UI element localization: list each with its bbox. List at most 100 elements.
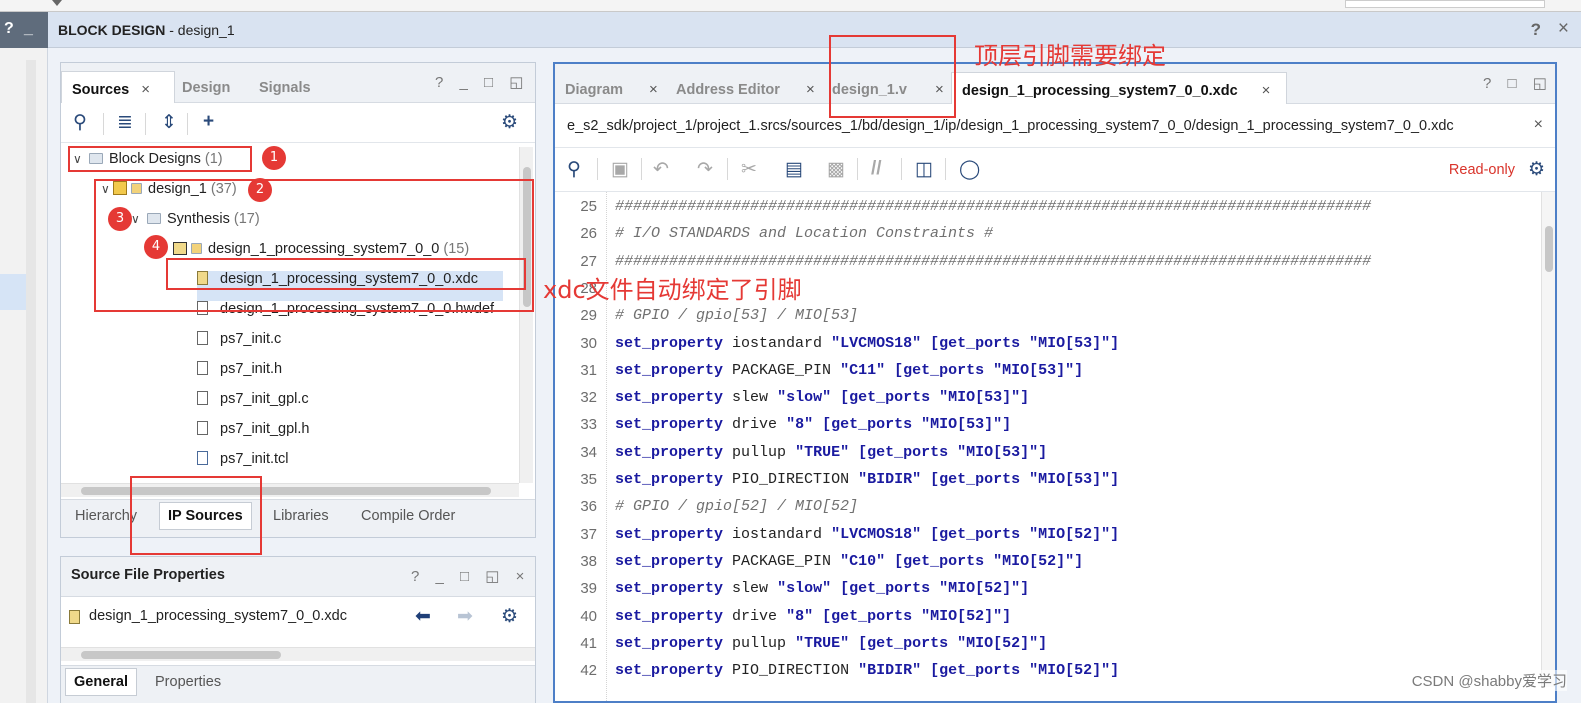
code-text: ########################################… [615,253,1371,270]
expand-all-icon[interactable]: ⇕ [161,111,177,134]
tab-xdc[interactable]: design_1_processing_system7_0_0.xdc × [951,72,1287,104]
editor-window-tools[interactable]: ? □ ◱ [1483,74,1553,92]
toolbar-separator [187,113,188,135]
props-window-tools[interactable]: ? _ □ ◱ × [411,567,530,585]
subtab-libraries[interactable]: Libraries [273,508,329,524]
save-icon[interactable]: ▣ [611,158,629,181]
tree-row-ps7-init-h[interactable]: ps7_init.h [197,361,282,391]
gear-icon[interactable]: ⚙ [501,605,518,628]
paste-icon[interactable]: ▩ [827,158,845,181]
file-icon [197,331,208,345]
tree-label: ps7_init_gpl.h [220,421,310,437]
annotation-badge-4: 4 [144,235,168,259]
subtab-compile-order[interactable]: Compile Order [361,508,455,524]
tab-close-icon[interactable]: × [806,81,815,98]
code-text: set_property slew "slow" [get_ports "MIO… [615,389,1029,406]
code-port: "MIO[53]" [993,361,1075,379]
tab-close-icon[interactable]: × [1262,82,1271,99]
subtab-general[interactable]: General [65,668,137,696]
tree-row-ps7-init-gpl-c[interactable]: ps7_init_gpl.c [197,391,309,421]
editor-vscrollbar[interactable] [1541,192,1555,687]
code-get-ports: [get_ports [930,471,1021,488]
subtab-properties[interactable]: Properties [155,674,221,690]
cut-icon[interactable]: ✂ [741,158,757,181]
forward-arrow-icon[interactable]: ➡ [457,605,473,628]
code-bracket: ] [1074,552,1084,570]
code-text: # I/O STANDARDS and Location Constraints… [615,225,993,242]
code-bracket: ] [1038,634,1048,652]
line-number: 38 [580,552,597,570]
read-only-label: Read-only [1448,162,1515,178]
lightbulb-icon[interactable]: ◯ [959,158,980,181]
left-strip-scrollbar[interactable] [26,60,36,703]
toolbar-separator [103,113,104,135]
code-get-ports: [get_ports [822,416,913,434]
comment-icon[interactable]: // [871,158,882,180]
code-bracket: ] [1002,607,1012,625]
tree-row-ps7-init-gpl-h[interactable]: ps7_init_gpl.h [197,421,310,451]
tab-close-icon[interactable]: × [649,81,658,98]
code-editor[interactable]: 25 ######################################… [555,192,1555,701]
code-bracket: ] [1110,471,1120,488]
tree-row-ps7-init-c[interactable]: ps7_init.c [197,331,281,361]
back-arrow-icon[interactable]: ⬅ [415,605,431,628]
code-text: set_property drive "8" [get_ports "MIO[5… [615,416,1011,433]
vscroll-thumb[interactable] [1545,226,1553,272]
code-property: iostandard [732,525,823,543]
left-help-icon[interactable]: ? [4,20,14,38]
tab-address-editor[interactable]: Address Editor × [666,72,825,104]
code-port: "MIO[53]" [939,389,1021,407]
hscroll-thumb[interactable] [81,651,281,659]
header-help-icon[interactable]: ? [1531,20,1541,40]
search-icon[interactable]: ⚲ [73,111,87,134]
path-close-icon[interactable]: × [1534,116,1543,134]
annotation-badge-3: 3 [108,207,132,231]
code-keyword: set_property [615,552,724,570]
copy-icon[interactable]: ▤ [785,158,803,181]
code-get-ports: [get_ports [822,607,913,625]
code-keyword: set_property [615,607,724,625]
code-property: iostandard [732,334,823,352]
code-property: pullup [732,443,787,461]
redo-icon[interactable]: ↷ [697,158,713,181]
code-property: pullup [732,634,787,652]
code-bracket: ] [1038,443,1048,461]
collapse-triangle-icon[interactable] [52,0,62,6]
code-port: "MIO[52]" [939,580,1021,598]
line-number: 41 [580,634,597,652]
sources-window-tools[interactable]: ? _ □ ◱ [435,73,529,91]
header-close-icon[interactable]: × [1558,18,1569,40]
left-minimize-icon[interactable]: _ [24,20,33,38]
gear-icon[interactable]: ⚙ [1528,158,1545,181]
code-text: set_property PACKAGE_PIN "C10" [get_port… [615,553,1083,570]
code-get-ports: [get_ports [840,389,931,407]
source-file-properties-panel: Source File Properties ? _ □ ◱ × design_… [60,556,536,703]
top-search-field[interactable] [1345,0,1545,8]
code-comment: # GPIO / gpio[52] / MIO[52] [615,498,859,516]
code-bracket: ] [1110,525,1120,543]
annotation-top-label: 顶层引脚需要绑定 [974,42,1166,70]
props-title: Source File Properties [71,567,225,583]
props-hscrollbar[interactable] [61,647,535,661]
code-text: set_property slew "slow" [get_ports "MIO… [615,580,1029,597]
tab-design[interactable]: Design [172,71,240,103]
gear-icon[interactable]: ⚙ [501,111,518,134]
code-get-ports: [get_ports [858,634,949,652]
subtab-hierarchy[interactable]: Hierarchy [75,508,137,524]
tab-diagram[interactable]: Diagram × [555,72,668,104]
tab-sources[interactable]: Sources × [61,71,175,103]
collapse-all-icon[interactable]: ≣ [117,111,133,134]
code-property: PACKAGE_PIN [732,552,832,570]
add-sources-icon[interactable]: + [203,111,214,133]
code-keyword: set_property [615,525,724,543]
code-value: "8" [786,607,814,625]
tab-label: Address Editor [676,82,780,98]
left-strip-selection[interactable] [0,274,26,310]
tab-sources-close-icon[interactable]: × [141,81,150,98]
tab-signals[interactable]: Signals [249,71,321,103]
code-text: set_property PIO_DIRECTION "BIDIR" [get_… [615,662,1119,679]
column-select-icon[interactable]: ◫ [915,158,933,181]
search-icon[interactable]: ⚲ [567,158,581,181]
tree-label: ps7_init.h [220,361,283,377]
undo-icon[interactable]: ↶ [653,158,669,181]
